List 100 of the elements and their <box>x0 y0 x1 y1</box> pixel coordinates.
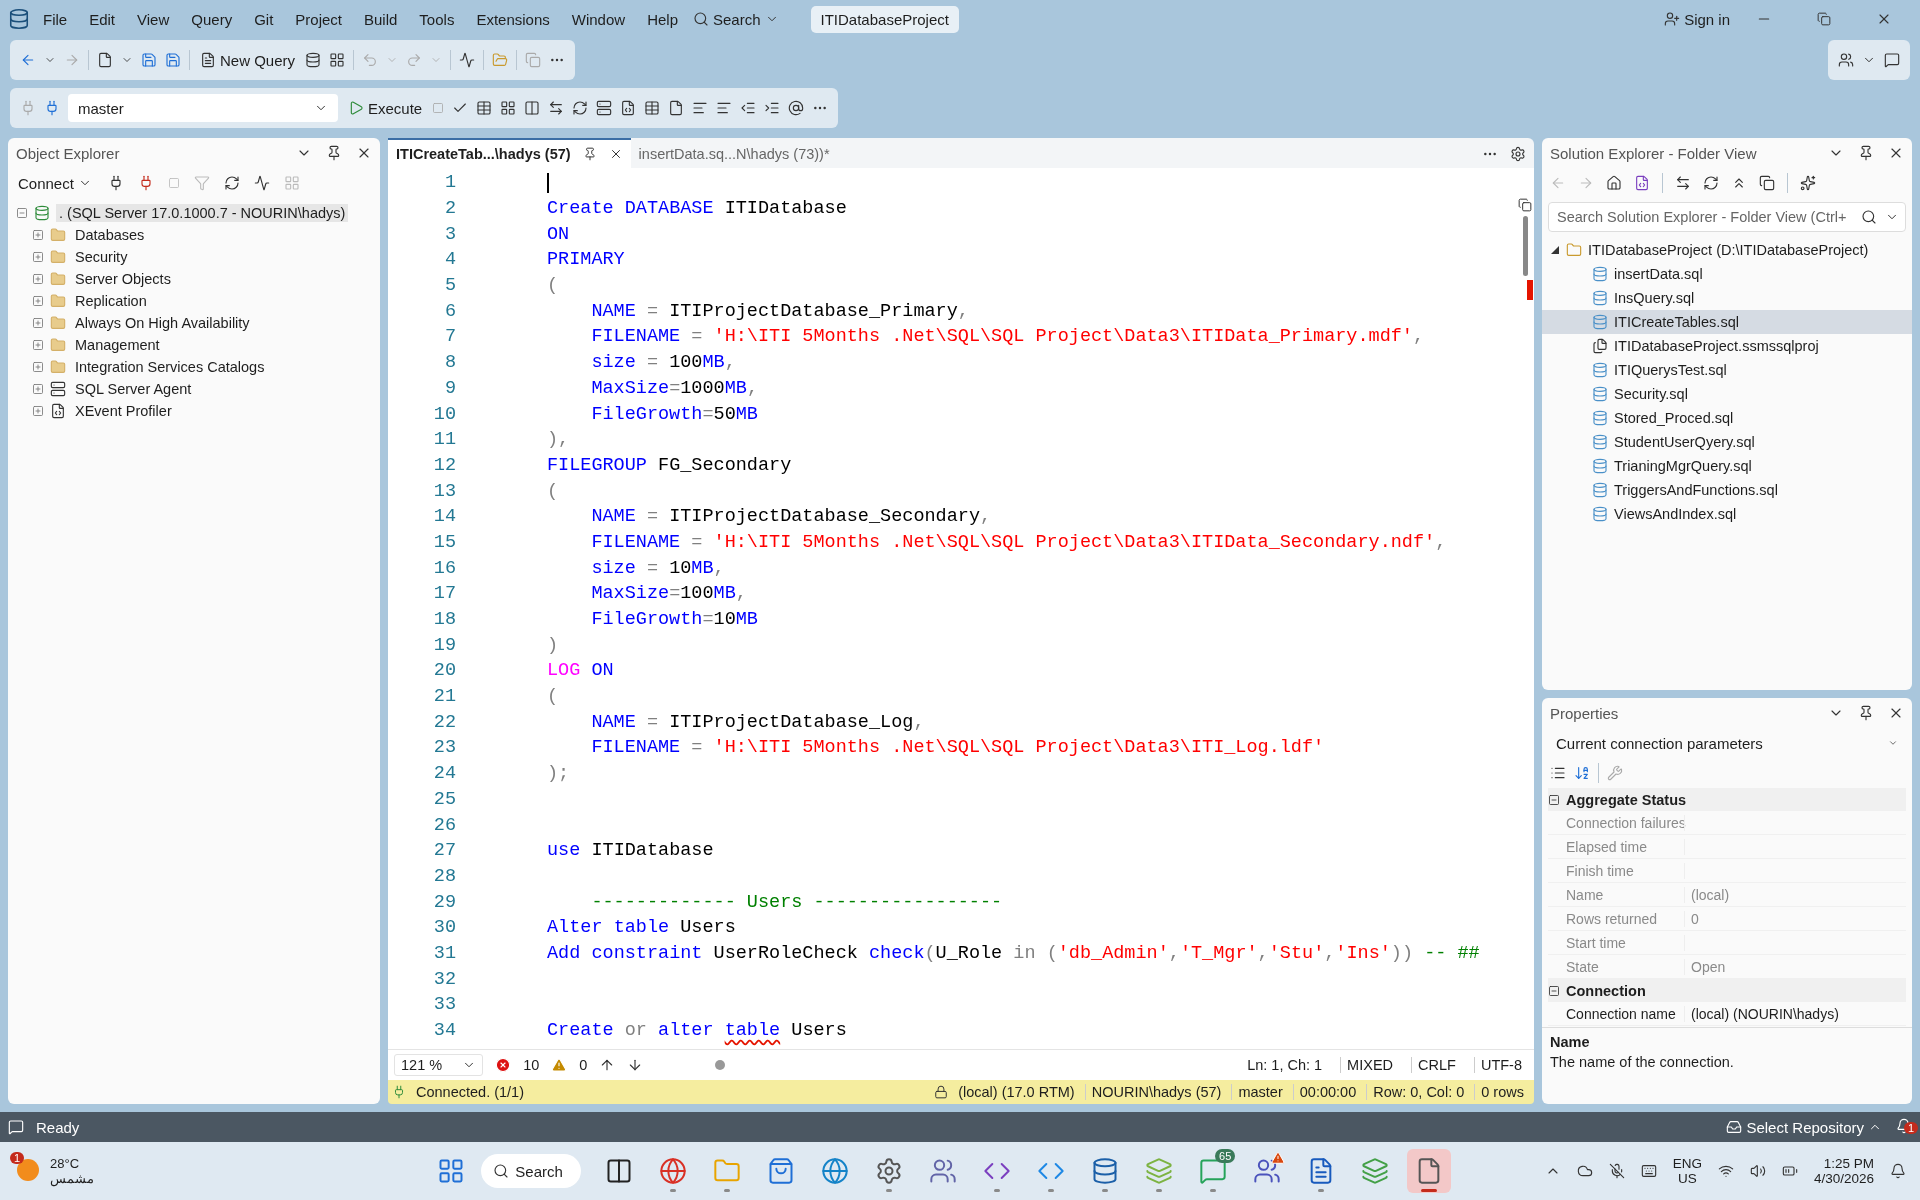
connect-button[interactable]: Connect <box>16 172 94 194</box>
toolbar-icon[interactable] <box>692 100 709 116</box>
save-all-icon[interactable] <box>165 52 181 68</box>
toolbar-icon[interactable] <box>764 100 781 116</box>
file-row[interactable]: Security.sql <box>1542 382 1912 406</box>
repository-button[interactable]: Select Repository <box>1724 1116 1884 1138</box>
menu-item[interactable]: Project <box>286 6 351 32</box>
tree-item[interactable]: . (SQL Server 17.0.1000.7 - NOURIN\hadys) <box>56 204 349 222</box>
file-row[interactable]: InsQuery.sql <box>1542 286 1912 310</box>
tree-item[interactable]: Management <box>72 336 163 354</box>
categorized-icon[interactable] <box>1550 765 1566 781</box>
mic-off-icon[interactable] <box>1608 1163 1625 1179</box>
collapse-icon[interactable] <box>1550 245 1560 255</box>
menu-item[interactable]: Help <box>638 6 687 32</box>
menu-item[interactable]: Edit <box>80 6 125 32</box>
expand-icon[interactable] <box>32 317 44 329</box>
keyboard-icon[interactable] <box>1640 1163 1657 1179</box>
toolbar-icon[interactable] <box>524 100 541 116</box>
file-row[interactable]: TrianingMgrQuery.sql <box>1542 454 1912 478</box>
expand-icon[interactable] <box>32 339 44 351</box>
expand-icon[interactable] <box>32 273 44 285</box>
save-icon[interactable] <box>141 52 157 68</box>
feedback-icon[interactable] <box>1884 52 1900 68</box>
toolbar-icon[interactable] <box>716 100 733 116</box>
home-icon[interactable] <box>1606 175 1622 191</box>
bell-icon[interactable] <box>1890 1163 1906 1179</box>
execute-button[interactable]: Execute <box>346 97 425 119</box>
refresh-icon[interactable] <box>1703 175 1719 191</box>
database-select[interactable]: master <box>68 94 338 122</box>
clock-time[interactable]: 1:25 PM <box>1823 1156 1874 1171</box>
menu-item[interactable]: File <box>34 6 77 32</box>
sign-in-button[interactable]: Sign in <box>1662 8 1732 30</box>
people-icon[interactable] <box>1838 52 1854 68</box>
file-row[interactable]: ITIQuerysTest.sql <box>1542 358 1912 382</box>
toolbar-icon[interactable] <box>548 100 565 116</box>
tree-item[interactable]: Server Objects <box>72 270 174 288</box>
new-file-icon[interactable] <box>97 52 113 68</box>
search-button[interactable]: Search <box>691 8 781 30</box>
expand-icon[interactable] <box>32 295 44 307</box>
menu-item[interactable]: Tools <box>410 6 464 32</box>
menu-item[interactable]: Build <box>355 6 407 32</box>
clock-date[interactable]: 4/30/2026 <box>1813 1171 1874 1186</box>
search-field[interactable]: Search Solution Explorer - Folder View (Ctrl+ <box>1548 202 1906 232</box>
database-icon[interactable] <box>305 52 322 68</box>
toolbar-icon[interactable] <box>476 100 493 116</box>
toolbar-icon[interactable] <box>500 100 517 116</box>
tree-item[interactable]: Always On High Availability <box>72 314 253 332</box>
pin-icon[interactable] <box>1858 705 1874 721</box>
expand-icon[interactable] <box>32 361 44 373</box>
wifi-icon[interactable] <box>1717 1163 1734 1179</box>
toolbar-icon[interactable] <box>788 100 805 116</box>
collapse-icon[interactable] <box>1548 984 1560 997</box>
toolbar-icon[interactable] <box>740 100 757 116</box>
menu-item[interactable]: Git <box>245 6 283 32</box>
tree-item[interactable]: Databases <box>72 226 148 244</box>
pin-icon[interactable] <box>326 145 342 161</box>
tree-item[interactable]: Integration Services Catalogs <box>72 358 268 376</box>
pin-icon[interactable] <box>582 147 597 161</box>
taskbar-app[interactable]: 65 <box>1191 1149 1236 1193</box>
refresh-icon[interactable] <box>223 175 240 191</box>
menu-item[interactable]: Query <box>182 6 242 32</box>
collapse-icon[interactable] <box>1548 793 1560 806</box>
toolbar-icon[interactable] <box>620 100 637 116</box>
sync-icon[interactable] <box>1675 175 1691 191</box>
menu-item[interactable]: Extensions <box>467 6 559 32</box>
project-icon[interactable] <box>1634 175 1650 191</box>
toolbar-icon[interactable] <box>644 100 661 116</box>
volume-icon[interactable] <box>1749 1163 1766 1179</box>
chart-icon[interactable] <box>459 52 476 68</box>
file-row[interactable]: insertData.sql <box>1542 262 1912 286</box>
tree-item[interactable]: Security <box>72 248 131 266</box>
scrollbar-thumb[interactable] <box>1522 216 1528 276</box>
file-row[interactable]: ITICreateTables.sql <box>1542 310 1912 334</box>
expand-icon[interactable] <box>32 251 44 263</box>
output-icon[interactable] <box>8 1119 24 1135</box>
tree-item[interactable]: XEvent Profiler <box>72 402 175 420</box>
expand-icon[interactable] <box>32 383 44 395</box>
zoom-select[interactable]: 121 % <box>394 1054 484 1076</box>
menu-item[interactable]: Window <box>562 6 635 32</box>
toolbar-icon[interactable] <box>668 100 685 116</box>
expand-icon[interactable] <box>32 229 44 241</box>
battery-icon[interactable] <box>1781 1163 1798 1179</box>
tree-item[interactable]: ITIDatabaseProject (D:\ITIDatabaseProject) <box>1588 242 1869 258</box>
copy-icon[interactable] <box>1759 175 1775 191</box>
region[interactable]: US <box>1677 1171 1697 1186</box>
pin-icon[interactable] <box>1858 145 1874 161</box>
editor-tab[interactable]: insertData.sq...N\hadys (73))* <box>630 138 838 168</box>
toolbar-icon[interactable] <box>596 100 613 116</box>
tree-item[interactable]: SQL Server Agent <box>72 380 195 398</box>
taskbar-search[interactable]: Search <box>481 1154 582 1188</box>
taskbar-app[interactable] <box>1407 1149 1452 1193</box>
activity-icon[interactable] <box>253 175 270 191</box>
new-query-button[interactable]: New Query <box>198 49 298 71</box>
object-select[interactable]: Current connection parameters <box>1556 734 1874 752</box>
line-ending[interactable]: CRLF <box>1411 1057 1462 1073</box>
language[interactable]: ENG <box>1672 1156 1702 1171</box>
encoding[interactable]: UTF-8 <box>1473 1057 1528 1073</box>
restore-icon[interactable] <box>1817 12 1831 26</box>
expand-icon[interactable] <box>32 405 44 417</box>
file-row[interactable]: TriggersAndFunctions.sql <box>1542 478 1912 502</box>
